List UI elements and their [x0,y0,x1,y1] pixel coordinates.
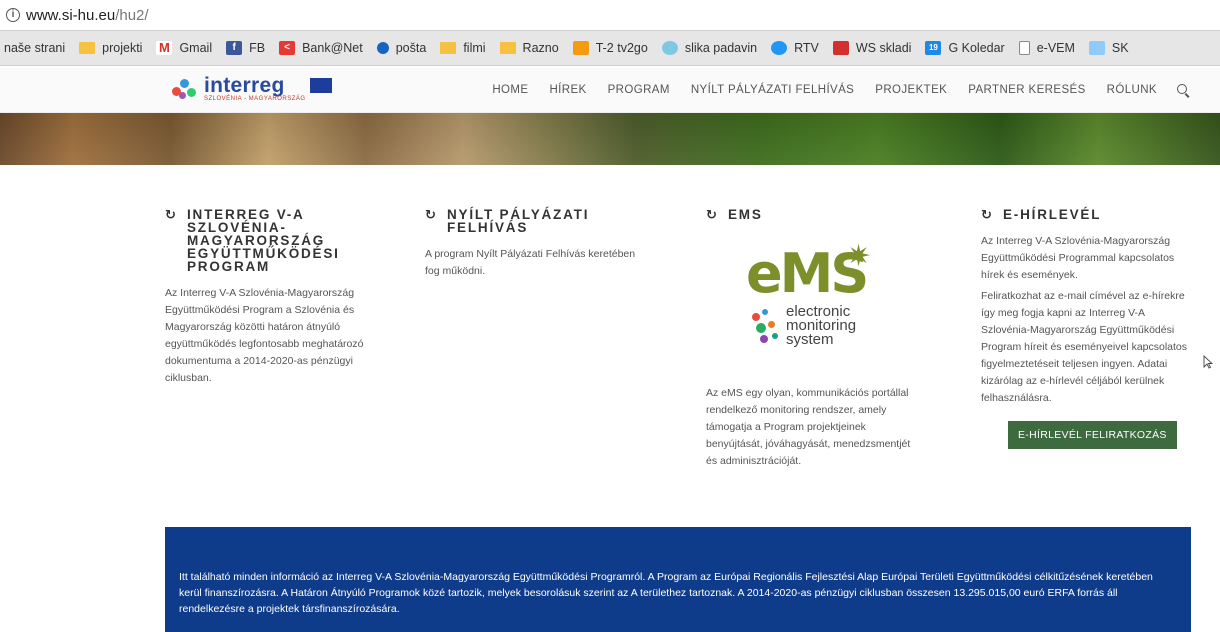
nav-program[interactable]: PROGRAM [608,84,670,96]
nav-home[interactable]: HOME [492,84,528,96]
bookmark-banknet[interactable]: < Bank@Net [279,41,363,55]
call-title: ↻ NYÍLT PÁLYÁZATI FELHÍVÁS [425,207,590,235]
banner-text: Itt található minden információ az Inter… [179,571,1153,615]
folder-icon [79,42,96,54]
site-header: interreg SZLOVÉNIA - MAGYARORSZÁG HOME H… [0,67,1220,113]
program-title: ↻ INTERREG V-A SZLOVÉNIA-MAGYARORSZÁG EG… [165,207,340,274]
interreg-logo[interactable]: interreg SZLOVÉNIA - MAGYARORSZÁG [172,74,332,102]
bookmark-rtv[interactable]: RTV [771,41,819,55]
nav-partner-kereses[interactable]: PARTNER KERESÉS [968,84,1085,96]
nav-hirek[interactable]: HÍREK [549,84,586,96]
newsletter-text-1: Az Interreg V-A Szlovénia-Magyarország E… [981,235,1175,281]
ems-column: ↻ EMS eMS ✷ electronic monitoring system… [706,208,916,470]
bookmark-slika-padavin[interactable]: slika padavin [661,41,758,55]
info-banner: Itt található minden információ az Inter… [165,527,1191,632]
document-icon [1018,41,1030,55]
bookmark-projekti[interactable]: projekti [79,41,142,55]
bookmark-label: Gmail [179,41,213,55]
eu-flag-icon [309,78,332,93]
bookmark-label: Razno [522,41,559,55]
bookmark-posta[interactable]: pošta [374,39,427,57]
bookmark-nase-strani[interactable]: naše strani [4,41,65,55]
bookmark-razno[interactable]: Razno [499,41,559,55]
main-nav: HOME HÍREK PROGRAM NYÍLT PÁLYÁZATI FELHÍ… [471,67,1190,113]
ems-dots-icon [748,307,784,351]
ems-logo-lines: electronic monitoring system [786,303,857,348]
mail-icon [374,39,392,57]
bookmark-label: FB [249,41,266,55]
folder-icon [440,42,457,54]
bookmark-label: filmi [463,41,486,55]
calendar-icon: 19 [925,41,942,55]
bookmark-label: slika padavin [684,41,758,55]
url-host: www.si-hu.eu [26,6,116,24]
bookmark-label: projekti [102,41,143,55]
bookmark-ws-skladi[interactable]: WS skladi [832,41,912,55]
bookmark-label: WS skladi [855,41,912,55]
call-text: A program Nyílt Pályázati Felhívás keret… [425,248,636,277]
bookmark-label: pošta [395,41,427,55]
hero-image [0,113,1220,165]
bookmark-sk[interactable]: SK [1088,41,1129,55]
bookmark-label: Bank@Net [302,41,363,55]
evem-icon [1088,41,1105,55]
gmail-icon: M [156,41,173,55]
nav-rolunk[interactable]: RÓLUNK [1107,84,1157,96]
star-icon: ✷ [846,240,872,273]
mouse-cursor-icon [1203,355,1213,369]
logo-name: interreg [204,74,285,97]
logo-mark-icon [172,77,200,101]
nav-projektek[interactable]: PROJEKTEK [875,84,947,96]
logo-subtitle: SZLOVÉNIA - MAGYARORSZÁG [204,96,306,102]
url-path: /hu2/ [115,6,149,24]
refresh-icon: ↻ [165,207,178,222]
rtv-icon [771,41,788,55]
bookmark-label: e-VEM [1036,41,1075,55]
refresh-icon: ↻ [425,207,438,222]
refresh-icon: ↻ [981,207,994,222]
bookmark-g-koledar[interactable]: 19 G Koledar [925,41,1005,55]
bookmark-label: RTV [794,41,819,55]
ems-title: ↻ EMS [706,207,763,222]
folder-icon [499,42,516,54]
bookmark-label: naše strani [4,41,66,55]
program-text: Az Interreg V-A Szlovénia-Magyarország E… [165,287,364,384]
bookmark-evem[interactable]: e-VEM [1018,41,1075,55]
bookmark-label: T-2 tv2go [595,41,648,55]
ws-icon [832,41,849,55]
weather-icon [661,41,678,55]
refresh-icon: ↻ [706,207,719,222]
program-column: ↻ INTERREG V-A SZLOVÉNIA-MAGYARORSZÁG EG… [165,208,393,387]
newsletter-subscribe-button[interactable]: E-HÍRLEVÉL FELIRATKOZÁS [1008,421,1177,449]
newsletter-title: ↻ E-HÍRLEVÉL [981,207,1102,222]
bookmark-label: G Koledar [948,41,1005,55]
bookmarks-bar: naše strani projekti M Gmail f FB < Bank@Ne… [0,30,1220,66]
ems-text: Az eMS egy olyan, kommunikációs portálla… [706,387,911,467]
bookmark-filmi[interactable]: filmi [440,41,486,55]
ems-logo[interactable]: eMS ✷ electronic monitoring system [746,240,886,377]
search-icon[interactable] [1177,83,1190,97]
bookmark-fb[interactable]: f FB [226,41,265,55]
facebook-icon: f [226,41,243,55]
call-column: ↻ NYÍLT PÁLYÁZATI FELHÍVÁS A program Nyí… [425,208,637,280]
bookmark-gmail[interactable]: M Gmail [156,41,212,55]
address-bar[interactable]: i www.si-hu.eu/hu2/ [0,0,1220,30]
nav-nyilt-palyazati-felhivas[interactable]: NYÍLT PÁLYÁZATI FELHÍVÁS [691,84,854,96]
newsletter-text-2: Feliratkozhat az e-mail címével az e-hír… [981,290,1188,404]
bookmark-label: SK [1111,41,1129,55]
tv-icon [572,41,589,55]
info-icon[interactable]: i [6,8,20,22]
newsletter-column: ↻ E-HÍRLEVÉL Az Interreg V-A Szlovénia-M… [981,208,1193,449]
bank-icon: < [279,41,296,55]
bookmark-t2[interactable]: T-2 tv2go [572,41,648,55]
